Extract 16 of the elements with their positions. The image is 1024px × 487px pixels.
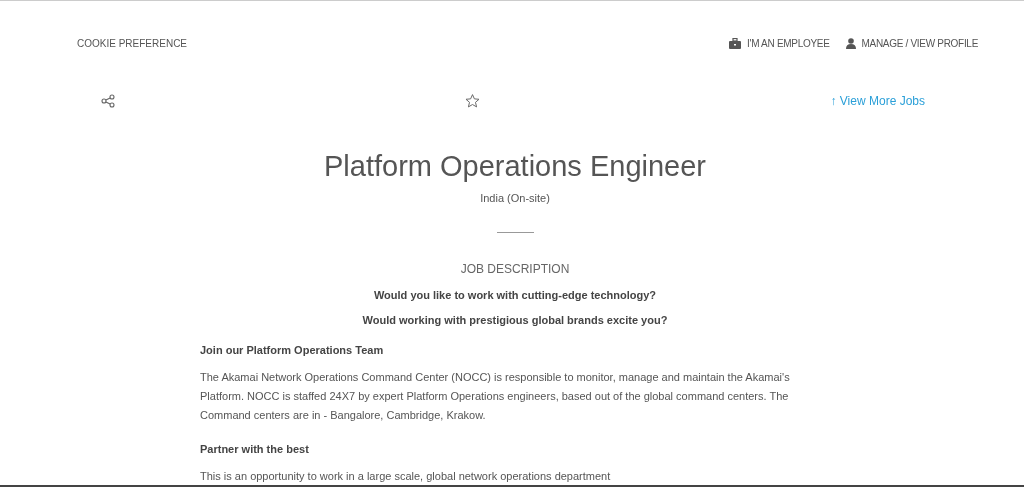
person-icon <box>845 38 856 49</box>
share-icon[interactable] <box>101 94 115 108</box>
job-location: India (On-site) <box>479 192 551 204</box>
cookie-preference-link[interactable]: COOKIE PREFERENCE <box>77 38 188 49</box>
subheading: Partner with the best <box>200 443 310 455</box>
nav-link[interactable]: MANAGE / VIEW PROFILE <box>845 38 978 49</box>
paragraph: This is an opportunity to work in a large scale, global network operations department <box>200 469 612 484</box>
job-title: Platform Operations Engineer <box>323 150 707 183</box>
paragraph: The Akamai Network Operations Command Center (NOCC) is responsible to monitor, manage and maintain the Akamai's Platform. NOCC is staffed 24X7 by expert Platform Operations engineers, based out of the global command centers. The Command centers are in - Bangalore, Cambridge, Krakow. <box>200 370 791 423</box>
lead-question: Would you like to work with cutting-edge technology? <box>372 289 658 301</box>
lead-question: Would working with prestigious global brands excite you? <box>361 314 669 326</box>
section-title: JOB DESCRIPTION <box>459 262 571 276</box>
nav-link[interactable]: I'M AN EMPLOYEE <box>729 38 830 49</box>
star-icon[interactable] <box>465 94 481 108</box>
subheading: Join our Platform Operations Team <box>200 344 385 356</box>
briefcase-icon <box>729 38 742 49</box>
